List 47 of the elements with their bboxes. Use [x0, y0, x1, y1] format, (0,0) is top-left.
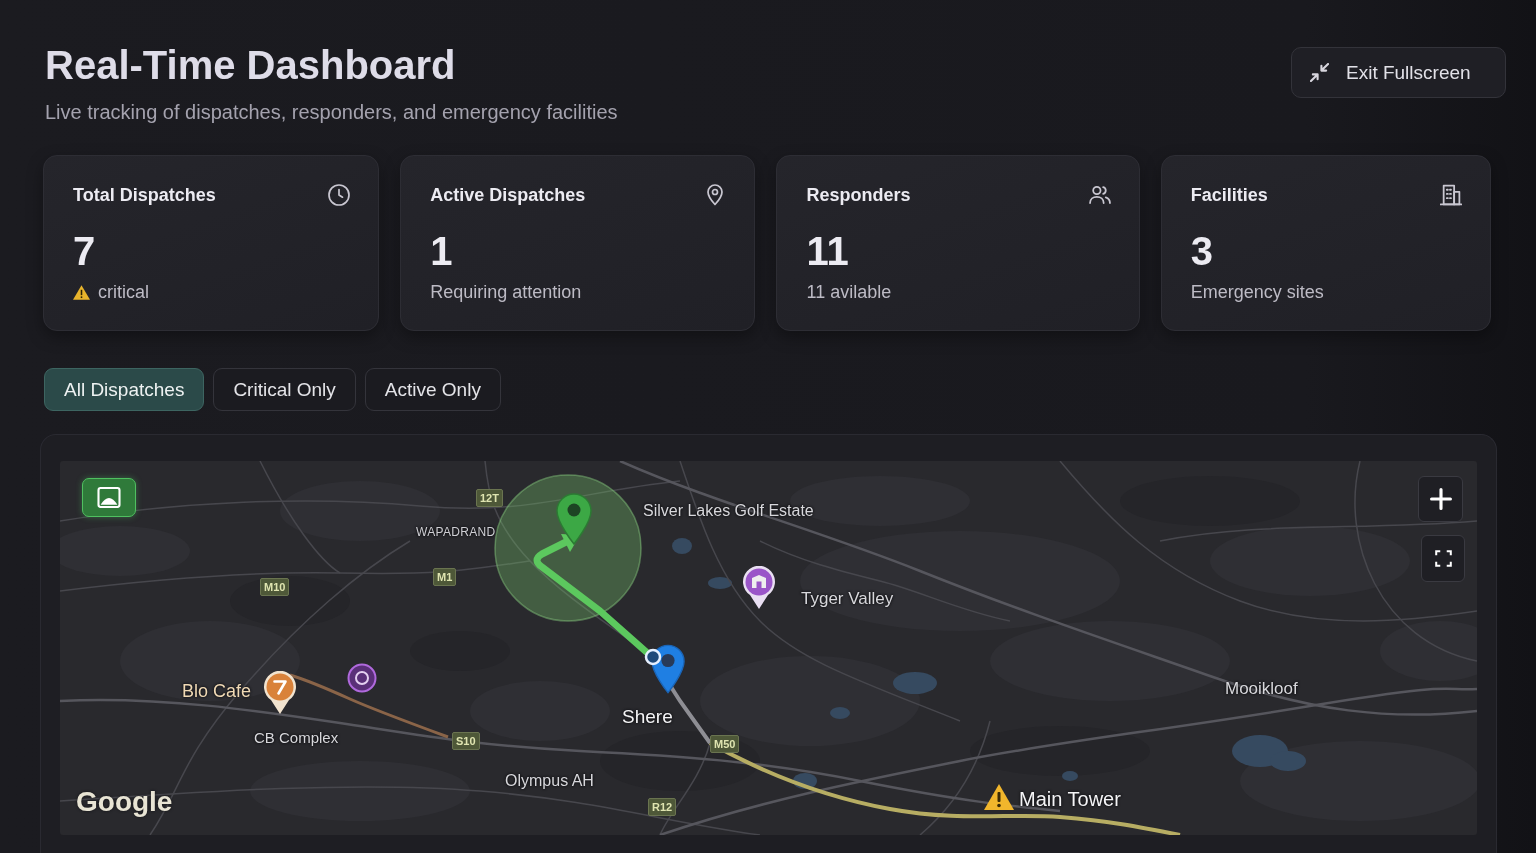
stat-value: 1 [430, 228, 454, 274]
road-sign: M10 [260, 578, 290, 596]
zoom-in-button[interactable] [1418, 476, 1463, 522]
page-subtitle: Live tracking of dispatches, responders, and emergency facilities [45, 100, 618, 125]
diagonal-arrows-icon [1310, 63, 1329, 82]
warning-icon [983, 783, 1015, 811]
plus-icon [1429, 488, 1452, 510]
filter-button[interactable]: Critical Only [213, 368, 356, 411]
pin-icon [262, 671, 298, 715]
fullscreen-button[interactable] [1421, 535, 1465, 582]
stat-value: 7 [73, 228, 97, 274]
map-label: Main Tower [1019, 787, 1121, 811]
stat-title: Active Dispatches [430, 184, 586, 206]
map-label: Shere [622, 705, 673, 729]
image-icon [97, 487, 121, 508]
stat-title: Responders [806, 184, 911, 206]
filter-button[interactable]: Active Only [364, 368, 501, 411]
stat-note: Requiring attention [430, 281, 582, 304]
stat-title: Total Dispatches [73, 184, 216, 206]
clock-icon [328, 184, 351, 206]
exit-fullscreen-button[interactable]: Exit Fullscreen [1291, 47, 1506, 98]
map-label: Silver Lakes Golf Estate [643, 501, 814, 521]
stat-note: critical [98, 281, 149, 304]
ring-marker-icon [347, 663, 377, 693]
road-sign: 12T [476, 489, 503, 507]
building-icon [1440, 184, 1462, 206]
stat-note: 11 avilable [806, 281, 892, 304]
map-label: Mooikloof [1225, 678, 1298, 700]
people-icon [1088, 184, 1111, 206]
stat-title: Facilities [1190, 184, 1268, 206]
filter-button[interactable]: All Dispatches [44, 368, 205, 411]
pin-icon [556, 493, 592, 545]
layer-toggle-button[interactable] [82, 478, 136, 517]
map-label: WAPADRAND [416, 524, 496, 540]
corner-brackets-icon [1434, 550, 1452, 567]
location-dot-icon [644, 648, 662, 666]
stat-value: 11 [806, 228, 850, 274]
map-attribution: Google [76, 785, 173, 819]
stat-value: 3 [1190, 228, 1214, 274]
stat-note: Emergency sites [1190, 281, 1324, 304]
road-sign: S10 [452, 732, 480, 750]
map-label: Blo Cafe [182, 680, 252, 702]
road-sign: M1 [433, 568, 457, 586]
page-title: Real-Time Dashboard [45, 42, 457, 89]
road-sign: R12 [648, 798, 677, 816]
map-label: CB Complex [254, 728, 339, 748]
map-label: Olympus AH [505, 771, 594, 791]
